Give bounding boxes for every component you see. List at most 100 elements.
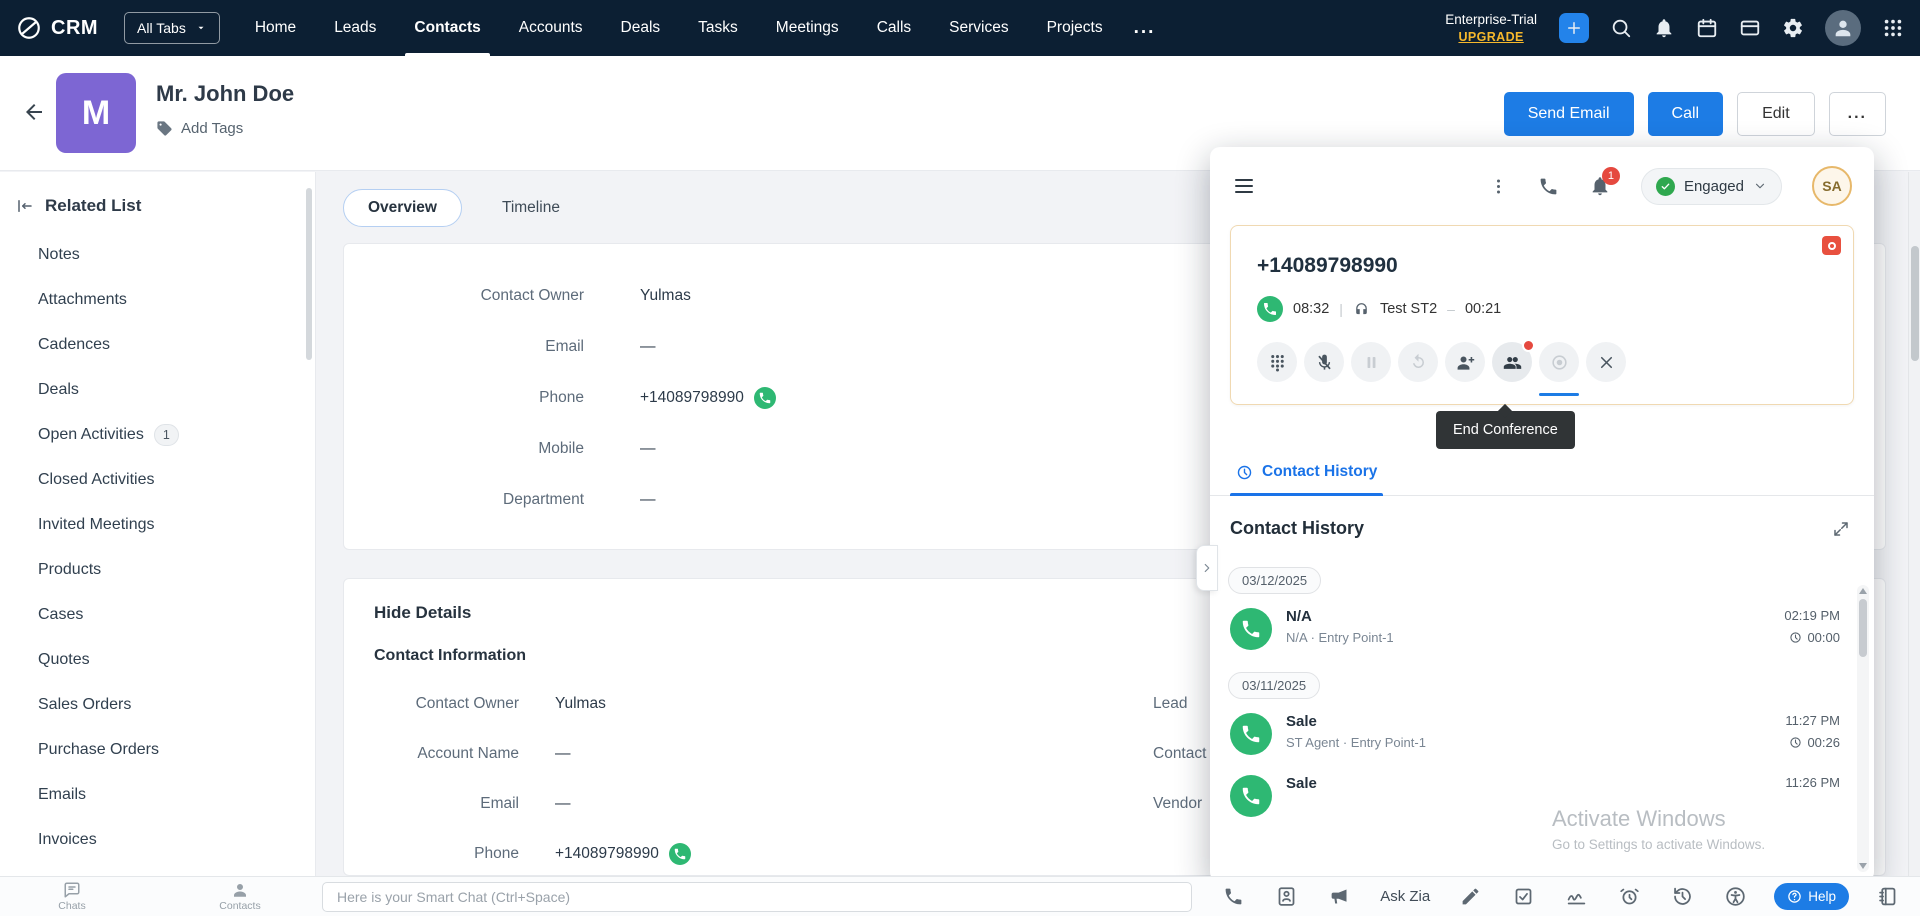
more-actions-button[interactable]: ... bbox=[1829, 92, 1886, 136]
calendar-icon[interactable] bbox=[1696, 17, 1718, 39]
announcement-icon[interactable] bbox=[1329, 886, 1350, 907]
apps-grid-icon[interactable] bbox=[1882, 17, 1904, 39]
accessibility-icon[interactable] bbox=[1725, 886, 1746, 907]
dialpad-button[interactable] bbox=[1257, 342, 1297, 382]
end-call-button[interactable] bbox=[1586, 342, 1626, 382]
field-label: Email bbox=[344, 338, 584, 356]
add-button[interactable] bbox=[1559, 13, 1589, 43]
tab-overview[interactable]: Overview bbox=[343, 189, 462, 227]
back-button[interactable] bbox=[22, 100, 46, 124]
status-check-icon bbox=[1656, 177, 1675, 196]
tab-contact-history[interactable]: Contact History bbox=[1230, 451, 1383, 495]
record-button[interactable] bbox=[1539, 342, 1579, 382]
sidebar-item-closed-activities[interactable]: Closed Activities bbox=[0, 457, 315, 502]
settings-gear-icon[interactable] bbox=[1782, 17, 1804, 39]
kebab-menu-icon[interactable] bbox=[1489, 177, 1508, 196]
transfer-button[interactable] bbox=[1398, 342, 1438, 382]
conference-button[interactable] bbox=[1492, 342, 1532, 382]
sidebar-item-invoices[interactable]: Invoices bbox=[0, 817, 315, 862]
mute-button[interactable] bbox=[1304, 342, 1344, 382]
add-participant-button[interactable] bbox=[1445, 342, 1485, 382]
count-badge: 1 bbox=[154, 424, 179, 446]
sidebar-item-open-activities[interactable]: Open Activities1 bbox=[0, 412, 315, 457]
tasks-icon[interactable] bbox=[1513, 886, 1534, 907]
entry-time: 02:19 PM bbox=[1784, 608, 1840, 623]
panel-scrollbar[interactable] bbox=[1857, 585, 1869, 872]
expand-icon[interactable] bbox=[1832, 520, 1850, 538]
marketplace-icon[interactable] bbox=[1739, 17, 1761, 39]
nav-more-button[interactable]: ... bbox=[1122, 17, 1168, 39]
help-button[interactable]: Help bbox=[1774, 883, 1849, 910]
sidebar-item-quotes[interactable]: Quotes bbox=[0, 637, 315, 682]
notebook-icon[interactable] bbox=[1877, 886, 1898, 907]
agent-status-dropdown[interactable]: Engaged bbox=[1641, 168, 1782, 205]
add-tags-label: Add Tags bbox=[181, 120, 243, 137]
history-icon[interactable] bbox=[1672, 886, 1693, 907]
scroll-thumb[interactable] bbox=[1859, 599, 1867, 657]
nav-item-accounts[interactable]: Accounts bbox=[500, 0, 602, 56]
alarm-icon[interactable] bbox=[1619, 886, 1640, 907]
scroll-down-arrow[interactable] bbox=[1859, 863, 1867, 869]
contacts-book-icon[interactable] bbox=[1276, 886, 1297, 907]
send-email-button[interactable]: Send Email bbox=[1504, 92, 1634, 136]
upgrade-link[interactable]: UPGRADE bbox=[1445, 29, 1537, 45]
sidebar-item-attachments[interactable]: Attachments bbox=[0, 277, 315, 322]
sidebar-item-campaigns[interactable]: Campaigns bbox=[0, 862, 315, 876]
nav-item-deals[interactable]: Deals bbox=[602, 0, 680, 56]
history-entry[interactable]: Sale11:26 PM bbox=[1228, 765, 1844, 827]
page-scroll-thumb[interactable] bbox=[1911, 246, 1919, 361]
nav-item-leads[interactable]: Leads bbox=[315, 0, 395, 56]
add-tags[interactable]: Add Tags bbox=[156, 120, 294, 137]
nav-item-projects[interactable]: Projects bbox=[1028, 0, 1122, 56]
signature-icon[interactable] bbox=[1566, 886, 1587, 907]
call-icon[interactable] bbox=[754, 387, 776, 409]
entry-name: Sale bbox=[1286, 775, 1317, 792]
compose-icon[interactable] bbox=[1460, 886, 1481, 907]
sidebar-item-cadences[interactable]: Cadences bbox=[0, 322, 315, 367]
sidebar-item-purchase-orders[interactable]: Purchase Orders bbox=[0, 727, 315, 772]
history-entry[interactable]: N/AN/A · Entry Point-102:19 PM00:00 bbox=[1228, 598, 1844, 660]
smart-chat-input[interactable] bbox=[322, 882, 1192, 912]
question-icon bbox=[1787, 889, 1802, 904]
sidebar-item-deals[interactable]: Deals bbox=[0, 367, 315, 412]
nav-item-tasks[interactable]: Tasks bbox=[679, 0, 757, 56]
nav-item-home[interactable]: Home bbox=[236, 0, 315, 56]
call-icon[interactable] bbox=[669, 843, 691, 865]
sidebar-item-sales-orders[interactable]: Sales Orders bbox=[0, 682, 315, 727]
tab-timeline[interactable]: Timeline bbox=[478, 190, 584, 226]
sidebar-item-notes[interactable]: Notes bbox=[0, 232, 315, 277]
avatar-letter: M bbox=[82, 94, 110, 133]
dialer-icon[interactable] bbox=[1538, 176, 1559, 197]
profile-avatar[interactable] bbox=[1825, 10, 1861, 46]
search-icon[interactable] bbox=[1610, 17, 1632, 39]
scroll-up-arrow[interactable] bbox=[1859, 588, 1867, 594]
hold-button[interactable] bbox=[1351, 342, 1391, 382]
nav-item-meetings[interactable]: Meetings bbox=[757, 0, 858, 56]
contact-history-tab-label: Contact History bbox=[1262, 463, 1377, 481]
sidebar-scrollbar[interactable] bbox=[306, 188, 312, 360]
sidebar-item-cases[interactable]: Cases bbox=[0, 592, 315, 637]
dock-contacts[interactable]: Contacts bbox=[208, 881, 272, 912]
collapse-panel-icon[interactable] bbox=[16, 197, 34, 215]
agent-avatar[interactable]: SA bbox=[1812, 166, 1852, 206]
notifications-bell-icon[interactable] bbox=[1653, 17, 1675, 39]
softphone-notifications-icon[interactable]: 1 bbox=[1589, 175, 1611, 197]
call-button[interactable]: Call bbox=[1648, 92, 1724, 136]
edit-button[interactable]: Edit bbox=[1737, 92, 1815, 136]
nav-item-services[interactable]: Services bbox=[930, 0, 1027, 56]
all-tabs-dropdown[interactable]: All Tabs bbox=[124, 12, 220, 44]
hamburger-menu-icon[interactable] bbox=[1232, 174, 1256, 198]
sidebar-item-emails[interactable]: Emails bbox=[0, 772, 315, 817]
nav-item-calls[interactable]: Calls bbox=[858, 0, 930, 56]
panel-collapse-handle[interactable] bbox=[1196, 545, 1218, 591]
call-icon[interactable] bbox=[1223, 886, 1244, 907]
sidebar-item-products[interactable]: Products bbox=[0, 547, 315, 592]
ask-zia-link[interactable]: Ask Zia bbox=[1380, 888, 1430, 905]
history-entry[interactable]: SaleST Agent · Entry Point-111:27 PM00:2… bbox=[1228, 703, 1844, 765]
sidebar-item-invited-meetings[interactable]: Invited Meetings bbox=[0, 502, 315, 547]
dock-chats[interactable]: Chats bbox=[40, 881, 104, 912]
call-controls bbox=[1257, 342, 1827, 382]
page-scrollbar[interactable] bbox=[1908, 172, 1920, 876]
brand[interactable]: CRM bbox=[16, 15, 98, 41]
nav-item-contacts[interactable]: Contacts bbox=[395, 0, 499, 56]
